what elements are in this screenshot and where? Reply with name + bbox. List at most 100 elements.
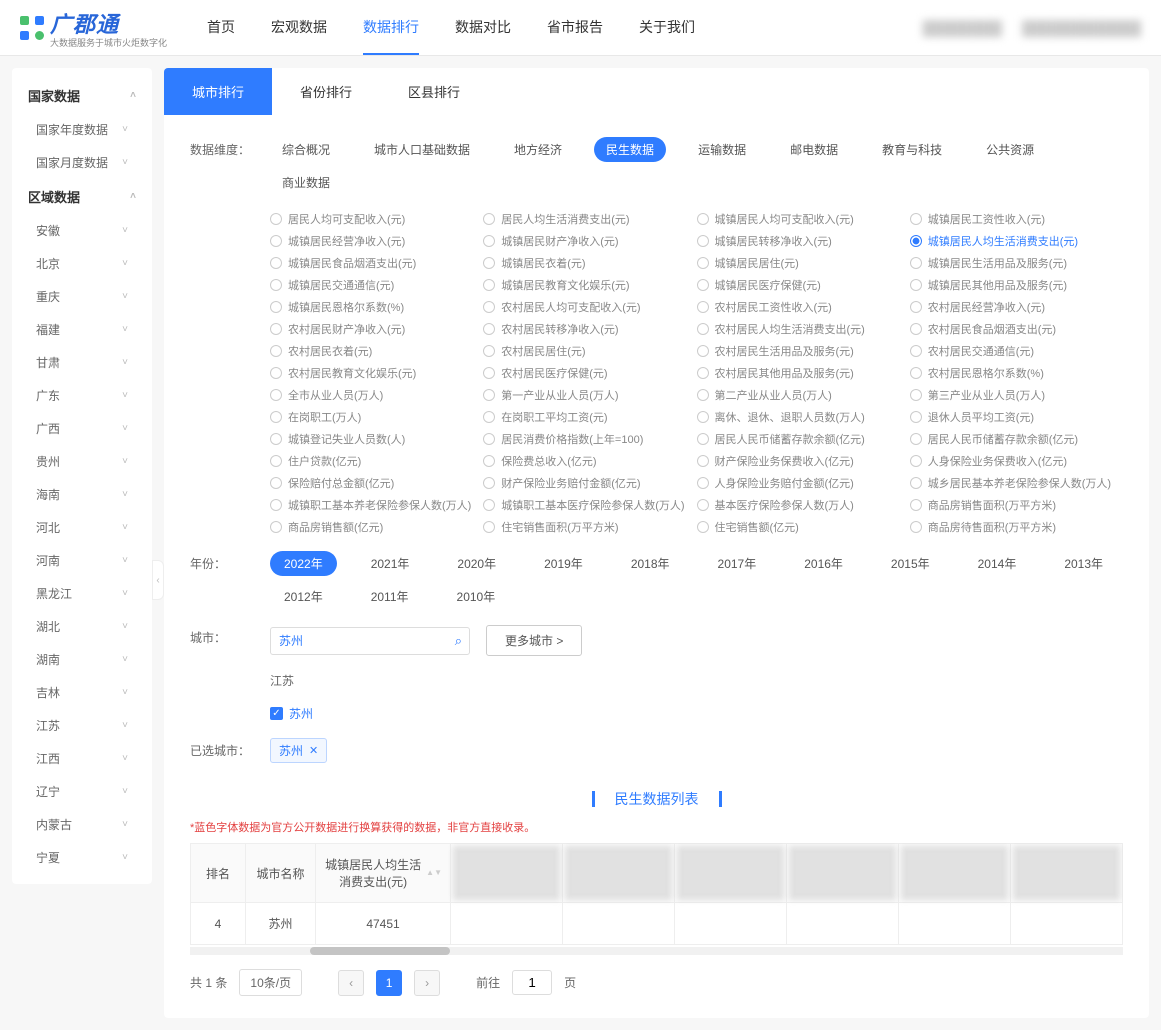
metric-radio[interactable]: 第二产业从业人员(万人) [697,387,910,403]
dimension-tab[interactable]: 民生数据 [594,137,666,162]
sidebar-item[interactable]: 福建˅ [12,313,152,346]
sidebar-item[interactable]: 国家月度数据˅ [12,146,152,179]
logo[interactable]: 广郡通 大数据服务于城市火炬数字化 [20,7,167,48]
metric-radio[interactable]: 居民人民币储蓄存款余额(亿元) [910,431,1123,447]
nav-item[interactable]: 数据排行 [363,1,419,55]
prev-page-button[interactable]: ‹ [338,970,364,996]
metric-radio[interactable]: 城镇居民居住(元) [697,255,910,271]
metric-radio[interactable]: 住户贷款(亿元) [270,453,483,469]
metric-radio[interactable]: 城镇登记失业人员数(人) [270,431,483,447]
metric-radio[interactable]: 城镇居民医疗保健(元) [697,277,910,293]
remove-tag-icon[interactable]: ✕ [309,744,318,757]
metric-radio[interactable]: 离休、退休、退职人员数(万人) [697,409,910,425]
metric-radio[interactable]: 第一产业从业人员(万人) [483,387,696,403]
sidebar-item[interactable]: 重庆˅ [12,280,152,313]
metric-radio[interactable]: 农村居民医疗保健(元) [483,365,696,381]
city-search-input[interactable] [270,627,470,655]
metric-radio[interactable]: 住宅销售面积(万平方米) [483,519,696,535]
year-pill[interactable]: 2021年 [357,551,424,576]
rank-tab[interactable]: 城市排行 [164,68,272,115]
metric-radio[interactable]: 基本医疗保险参保人数(万人) [697,497,910,513]
sidebar-collapse-handle[interactable]: ‹ [152,560,164,600]
sidebar-item[interactable]: 河北˅ [12,511,152,544]
metric-radio[interactable]: 人身保险业务赔付金额(亿元) [697,475,910,491]
metric-radio[interactable]: 居民人民币储蓄存款余额(亿元) [697,431,910,447]
nav-item[interactable]: 首页 [207,1,235,55]
sidebar-item[interactable]: 广东˅ [12,379,152,412]
metric-radio[interactable]: 农村居民教育文化娱乐(元) [270,365,483,381]
metric-radio[interactable]: 保险费总收入(亿元) [483,453,696,469]
th-rank[interactable]: 排名 [191,844,246,903]
sidebar-item[interactable]: 内蒙古˅ [12,808,152,841]
metric-radio[interactable]: 农村居民生活用品及服务(元) [697,343,910,359]
th-metric[interactable]: 城镇居民人均生活消费支出(元)▲▼ [316,844,451,903]
metric-radio[interactable]: 城镇居民人均可支配收入(元) [697,211,910,227]
metric-radio[interactable]: 农村居民恩格尔系数(%) [910,365,1123,381]
sidebar-item[interactable]: 贵州˅ [12,445,152,478]
sidebar-item[interactable]: 国家年度数据˅ [12,113,152,146]
sidebar-item[interactable]: 湖北˅ [12,610,152,643]
metric-radio[interactable]: 城镇居民其他用品及服务(元) [910,277,1123,293]
year-pill[interactable]: 2014年 [964,551,1031,576]
dimension-tab[interactable]: 公共资源 [974,137,1046,162]
search-icon[interactable]: ⌕ [455,633,462,649]
sidebar-item[interactable]: 江苏˅ [12,709,152,742]
metric-radio[interactable]: 农村居民交通通信(元) [910,343,1123,359]
metric-radio[interactable]: 城镇居民财产净收入(元) [483,233,696,249]
sidebar-item[interactable]: 河南˅ [12,544,152,577]
nav-item[interactable]: 数据对比 [455,1,511,55]
metric-radio[interactable]: 城镇居民工资性收入(元) [910,211,1123,227]
metric-radio[interactable]: 农村居民人均生活消费支出(元) [697,321,910,337]
year-pill[interactable]: 2017年 [704,551,771,576]
horizontal-scrollbar[interactable] [190,947,1123,955]
dimension-tab[interactable]: 城市人口基础数据 [362,137,482,162]
metric-radio[interactable]: 农村居民工资性收入(元) [697,299,910,315]
sidebar-item[interactable]: 宁夏˅ [12,841,152,874]
scrollbar-thumb[interactable] [310,947,450,955]
page-size-select[interactable]: 10条/页 [239,969,302,996]
metric-radio[interactable]: 农村居民其他用品及服务(元) [697,365,910,381]
metric-radio[interactable]: 全市从业人员(万人) [270,387,483,403]
metric-radio[interactable]: 财产保险业务赔付金额(亿元) [483,475,696,491]
metric-radio[interactable]: 城镇居民衣着(元) [483,255,696,271]
sidebar-item[interactable]: 安徽˅ [12,214,152,247]
dimension-tab[interactable]: 运输数据 [686,137,758,162]
nav-item[interactable]: 关于我们 [639,1,695,55]
sidebar-item[interactable]: 黑龙江˅ [12,577,152,610]
metric-radio[interactable]: 农村居民食品烟酒支出(元) [910,321,1123,337]
goto-page-input[interactable] [512,970,552,995]
sidebar-item[interactable]: 海南˅ [12,478,152,511]
metric-radio[interactable]: 城镇居民教育文化娱乐(元) [483,277,696,293]
sidebar-item[interactable]: 江西˅ [12,742,152,775]
metric-radio[interactable]: 在岗职工(万人) [270,409,483,425]
metric-radio[interactable]: 商品房待售面积(万平方米) [910,519,1123,535]
metric-radio[interactable]: 城镇职工基本医疗保险参保人数(万人) [483,497,696,513]
sidebar-section[interactable]: 国家数据˄ [12,78,152,113]
sidebar-item[interactable]: 北京˅ [12,247,152,280]
metric-radio[interactable]: 农村居民人均可支配收入(元) [483,299,696,315]
metric-radio[interactable]: 农村居民财产净收入(元) [270,321,483,337]
metric-radio[interactable]: 第三产业从业人员(万人) [910,387,1123,403]
metric-radio[interactable]: 在岗职工平均工资(元) [483,409,696,425]
year-pill[interactable]: 2015年 [877,551,944,576]
year-pill[interactable]: 2011年 [357,584,423,609]
metric-radio[interactable]: 商品房销售额(亿元) [270,519,483,535]
city-checkbox[interactable]: ✓ 苏州 [270,705,313,722]
metric-radio[interactable]: 居民人均生活消费支出(元) [483,211,696,227]
year-pill[interactable]: 2016年 [790,551,857,576]
year-pill[interactable]: 2012年 [270,584,337,609]
rank-tab[interactable]: 省份排行 [272,68,380,115]
dimension-tab[interactable]: 综合概况 [270,137,342,162]
metric-radio[interactable]: 财产保险业务保费收入(亿元) [697,453,910,469]
nav-item[interactable]: 宏观数据 [271,1,327,55]
metric-radio[interactable]: 城镇居民恩格尔系数(%) [270,299,483,315]
sidebar-item[interactable]: 吉林˅ [12,676,152,709]
rank-tab[interactable]: 区县排行 [380,68,488,115]
metric-radio[interactable]: 城镇居民转移净收入(元) [697,233,910,249]
page-number-button[interactable]: 1 [376,970,402,996]
metric-radio[interactable]: 农村居民衣着(元) [270,343,483,359]
dimension-tab[interactable]: 商业数据 [270,170,342,195]
metric-radio[interactable]: 城镇居民生活用品及服务(元) [910,255,1123,271]
metric-radio[interactable]: 城镇居民人均生活消费支出(元) [910,233,1123,249]
sidebar-item[interactable]: 甘肃˅ [12,346,152,379]
